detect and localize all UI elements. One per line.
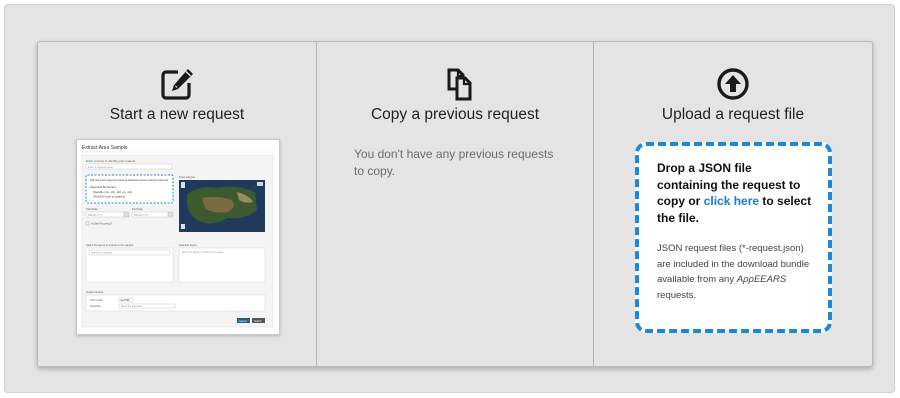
preview-layers-search: Search for a product (91, 252, 112, 255)
preview-projection-label: Projection: (90, 305, 102, 308)
preview-end-label: End Date (132, 207, 143, 211)
preview-heading: Extract Area Sample (82, 145, 128, 151)
preview-output-label: Output Options (86, 290, 104, 294)
preview-selected-hint: Select the layers to include in the samp… (182, 251, 224, 254)
preview-projection-value: Select the projection (121, 305, 143, 308)
request-options-panel: Start a new request Extract Area Sample … (37, 41, 873, 367)
appeears-brand: AρρEEARS (736, 274, 787, 285)
preview-draw-label: Draw polygon (179, 175, 195, 179)
preview-name-input: Enter a request name (88, 165, 114, 169)
copy-previous-request-card[interactable]: Copy a previous request You don't have a… (317, 42, 594, 366)
preview-format-value: GeoTIFF (121, 300, 131, 302)
click-here-link[interactable]: click here (704, 194, 759, 208)
preview-cancel-button: Cancel (239, 320, 247, 323)
preview-format-label: File Format: (90, 299, 103, 302)
preview-start-label: Start Date (86, 207, 98, 211)
help-text-end: requests. (657, 289, 697, 301)
preview-name-label: Enter a name to identify your request (86, 159, 135, 163)
json-file-dropzone[interactable]: Drop a JSON file containing the request … (635, 142, 832, 333)
upload-circle-icon (717, 68, 749, 100)
no-previous-requests-message: You don't have any previous requests to … (354, 147, 554, 178)
preview-end-value: MM-DD-YYYY (134, 215, 149, 217)
copy-icon (447, 68, 472, 101)
preview-supported-item-1: Shapefile (.zip, .shp, .dbf, .prj, .shx) (93, 191, 132, 194)
preview-upload-hint: Drag & drop a vector polygon file contai… (90, 178, 168, 182)
start-new-request-title: Start a new request (109, 106, 245, 123)
preview-selected-label: Selected layers (179, 243, 197, 247)
upload-request-file-title: Upload a request file (661, 106, 805, 123)
dropzone-instructions: Drop a JSON file containing the request … (657, 160, 814, 226)
preview-layers-label: Select the layers to include in the samp… (86, 243, 134, 247)
new-request-form-preview: Extract Area Sample Enter a name to iden… (76, 139, 280, 335)
preview-supported-label: Supported file formats: (90, 185, 116, 189)
upload-request-file-card[interactable]: Upload a request file Drop a JSON file c… (594, 42, 872, 366)
copy-previous-request-title: Copy a previous request (370, 106, 539, 123)
preview-recurring-label: Is Date Recurring? (91, 223, 112, 226)
dropzone-help-text: JSON request files (*-request.json) are … (657, 241, 814, 303)
help-text-start: JSON request files (*-request.json) are … (657, 243, 810, 285)
start-new-request-card[interactable]: Start a new request Extract Area Sample … (38, 42, 317, 366)
preview-start-value: MM-DD-YYYY (88, 215, 103, 217)
edit-icon (161, 69, 193, 100)
request-options-container: Start a new request Extract Area Sample … (4, 4, 895, 393)
preview-supported-item-2: GeoJSON (.json or .geojson) (93, 196, 125, 199)
preview-submit-button: Submit (254, 320, 262, 323)
